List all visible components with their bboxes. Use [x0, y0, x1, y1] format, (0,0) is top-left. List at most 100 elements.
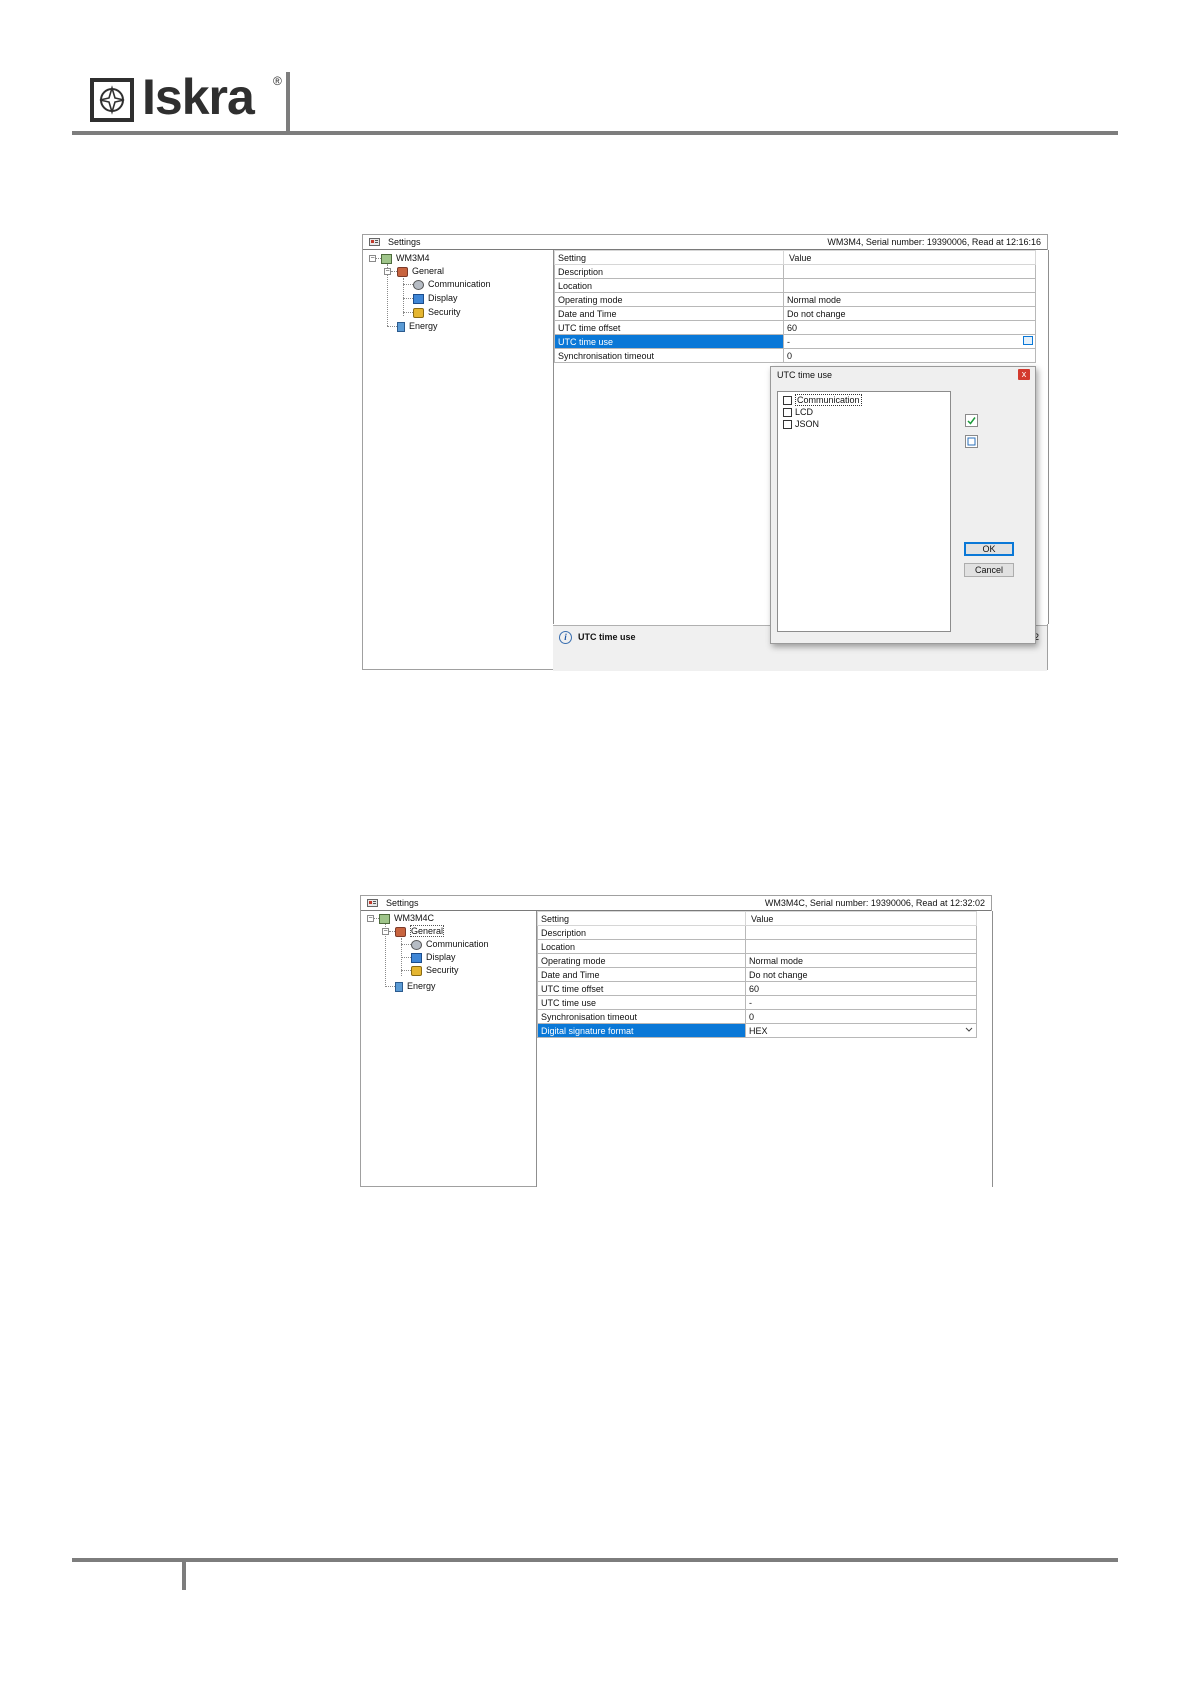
- checkmark-icon: [967, 417, 976, 425]
- tree-item-general[interactable]: General: [395, 925, 445, 937]
- settings-grid: Setting Value Description Location Opera…: [537, 911, 977, 1038]
- general-settings-icon: [397, 266, 408, 277]
- tree-item-device[interactable]: WM3M4C: [379, 912, 434, 924]
- device-icon: [381, 253, 392, 264]
- setting-cell: Location: [537, 939, 746, 954]
- grid-row-date-time[interactable]: Date and Time Do not change: [554, 306, 1036, 321]
- value-cell[interactable]: Normal mode: [745, 953, 977, 968]
- close-icon[interactable]: x: [1018, 369, 1030, 380]
- select-all-button[interactable]: [965, 414, 978, 427]
- grid-row-sync-timeout[interactable]: Synchronisation timeout 0: [554, 348, 1036, 363]
- list-item-communication[interactable]: Communication: [783, 394, 862, 406]
- tree-item-display[interactable]: Display: [413, 292, 458, 304]
- header-divider-vertical: [286, 72, 290, 134]
- expander-root[interactable]: −: [369, 255, 376, 262]
- energy-icon: [397, 321, 405, 332]
- value-cell[interactable]: 0: [745, 1009, 977, 1024]
- list-item-json[interactable]: JSON: [783, 419, 819, 430]
- settings-window-1: Settings WM3M4, Serial number: 19390006,…: [362, 234, 1049, 671]
- tree-item-device[interactable]: WM3M4: [381, 252, 430, 264]
- grid-row-sync-timeout[interactable]: Synchronisation timeout 0: [537, 1009, 977, 1024]
- iskra-logo: Iskra ®: [90, 69, 290, 130]
- setting-cell: Description: [537, 925, 746, 940]
- logo-text: Iskra: [142, 69, 255, 125]
- device-status: WM3M4C, Serial number: 19390006, Read at…: [764, 898, 985, 908]
- tree-item-communication[interactable]: Communication: [411, 938, 489, 950]
- checkbox[interactable]: [783, 420, 792, 430]
- grid-row-digital-signature-format[interactable]: Digital signature format HEX: [537, 1023, 977, 1038]
- setting-cell: Location: [554, 278, 784, 293]
- iskra-emblem-icon: [90, 78, 134, 122]
- setting-cell: UTC time use: [537, 995, 746, 1010]
- ellipsis-edit-button[interactable]: [1023, 336, 1033, 345]
- empty-box-icon: [967, 437, 976, 446]
- window-title: Settings: [386, 898, 419, 908]
- grid-row-description[interactable]: Description: [554, 264, 1036, 279]
- value-cell[interactable]: Normal mode: [783, 292, 1036, 307]
- device-icon: [379, 913, 390, 924]
- grid-row-location[interactable]: Location: [554, 278, 1036, 293]
- tree-item-communication[interactable]: Communication: [413, 278, 491, 290]
- lock-icon: [413, 307, 424, 318]
- tree-item-energy[interactable]: Energy: [395, 980, 436, 992]
- value-cell[interactable]: Do not change: [745, 967, 977, 982]
- info-icon: i: [559, 631, 572, 644]
- info-title: UTC time use: [578, 632, 636, 642]
- registered-mark: ®: [273, 74, 282, 88]
- grid-row-operating-mode[interactable]: Operating mode Normal mode: [554, 292, 1036, 307]
- grid-header-row: Setting Value: [537, 911, 977, 926]
- tree-item-display[interactable]: Display: [411, 951, 456, 963]
- settings-icon: [367, 898, 378, 907]
- value-cell[interactable]: 60: [745, 981, 977, 996]
- clear-all-button[interactable]: [965, 435, 978, 448]
- checkbox[interactable]: [783, 408, 792, 418]
- col-header-setting: Setting: [554, 250, 784, 265]
- settings-icon: [369, 237, 380, 246]
- energy-icon: [395, 981, 403, 992]
- grid-row-description[interactable]: Description: [537, 925, 977, 940]
- tree-item-security[interactable]: Security: [411, 964, 459, 976]
- grid-row-date-time[interactable]: Date and Time Do not change: [537, 967, 977, 982]
- utc-time-use-dialog: UTC time use x Communication LCD JSON OK…: [770, 366, 1036, 644]
- value-cell[interactable]: [745, 925, 977, 940]
- grid-row-location[interactable]: Location: [537, 939, 977, 954]
- value-cell[interactable]: -: [745, 995, 977, 1010]
- setting-cell: UTC time offset: [554, 320, 784, 335]
- grid-row-utc-time-use[interactable]: UTC time use -: [554, 334, 1036, 349]
- tree-item-security[interactable]: Security: [413, 306, 461, 318]
- value-cell[interactable]: [783, 264, 1036, 279]
- dialog-title: UTC time use: [777, 370, 833, 380]
- setting-cell: UTC time use: [554, 334, 784, 349]
- expander-general[interactable]: −: [382, 928, 389, 935]
- tree-item-energy[interactable]: Energy: [397, 320, 438, 332]
- ok-button[interactable]: OK: [964, 542, 1014, 556]
- communication-icon: [411, 939, 422, 950]
- chevron-down-icon[interactable]: [965, 1025, 973, 1037]
- grid-row-utc-time-use[interactable]: UTC time use -: [537, 995, 977, 1010]
- value-cell[interactable]: 0: [783, 348, 1036, 363]
- value-cell[interactable]: 60: [783, 320, 1036, 335]
- setting-cell: UTC time offset: [537, 981, 746, 996]
- value-cell[interactable]: [783, 278, 1036, 293]
- window-title: Settings: [388, 237, 421, 247]
- value-cell[interactable]: Do not change: [783, 306, 1036, 321]
- cancel-button[interactable]: Cancel: [964, 563, 1014, 577]
- list-item-lcd[interactable]: LCD: [783, 407, 813, 418]
- grid-header-row: Setting Value: [554, 250, 1036, 265]
- expander-general[interactable]: −: [384, 268, 391, 275]
- expander-root[interactable]: −: [367, 915, 374, 922]
- setting-cell: Operating mode: [537, 953, 746, 968]
- value-cell[interactable]: -: [783, 334, 1036, 349]
- tree-item-general[interactable]: General: [397, 265, 444, 277]
- footer-divider-vertical: [182, 1560, 186, 1590]
- display-icon: [411, 952, 422, 963]
- display-icon: [413, 293, 424, 304]
- col-header-value: Value: [745, 911, 977, 926]
- grid-row-utc-offset[interactable]: UTC time offset 60: [554, 320, 1036, 335]
- value-cell[interactable]: [745, 939, 977, 954]
- value-dropdown[interactable]: HEX: [745, 1023, 977, 1038]
- settings-window-2: Settings WM3M4C, Serial number: 19390006…: [360, 895, 993, 1187]
- grid-row-operating-mode[interactable]: Operating mode Normal mode: [537, 953, 977, 968]
- grid-row-utc-offset[interactable]: UTC time offset 60: [537, 981, 977, 996]
- checkbox[interactable]: [783, 396, 792, 406]
